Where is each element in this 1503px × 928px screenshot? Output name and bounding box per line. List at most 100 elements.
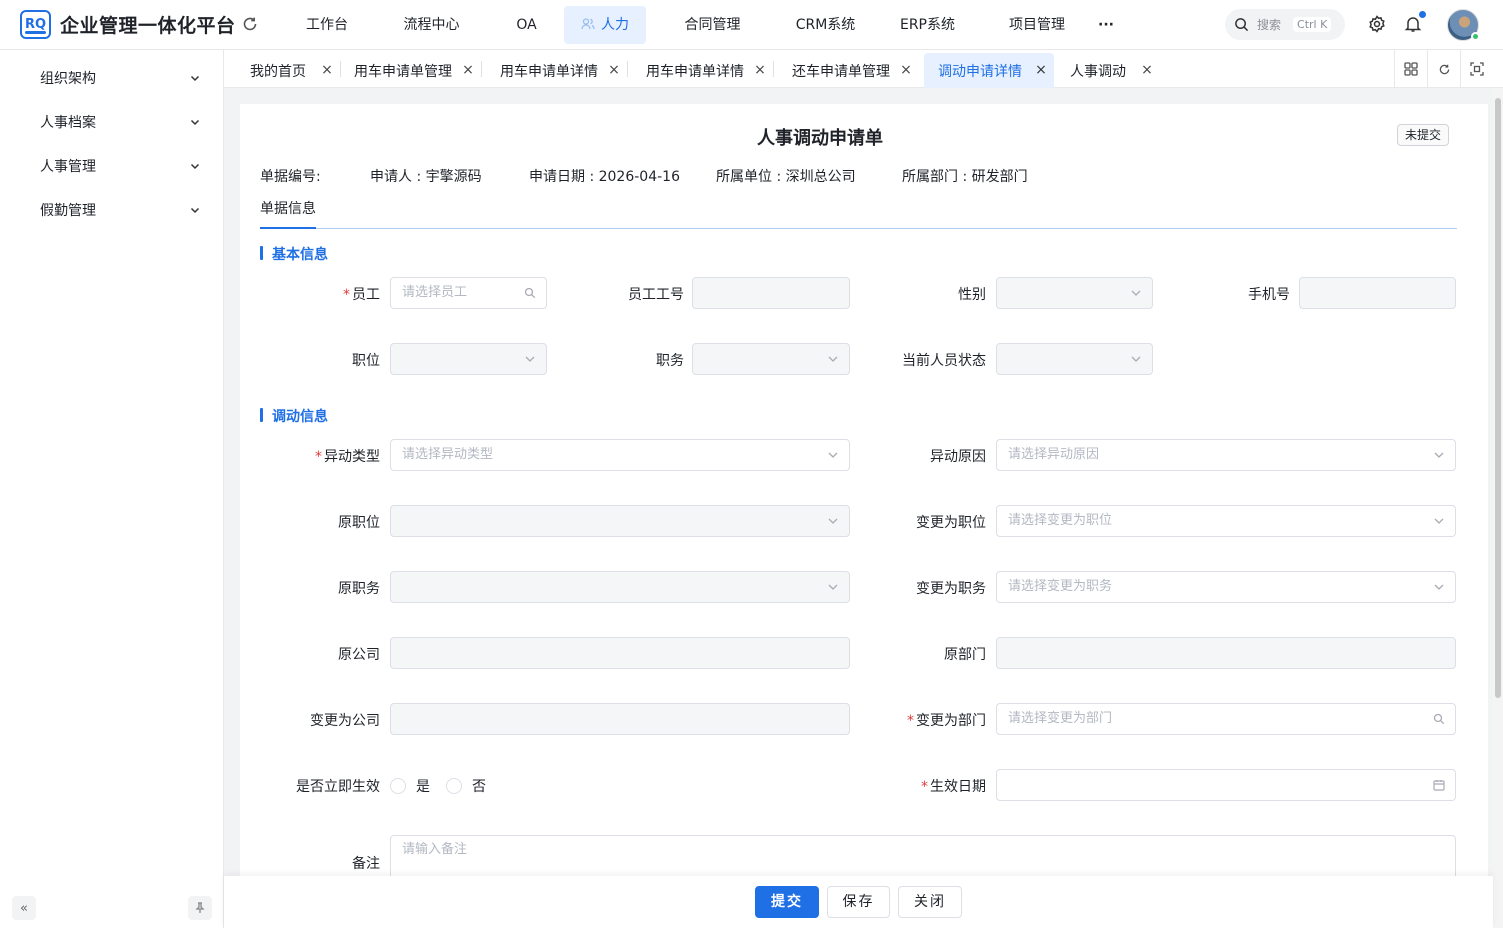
employee-placeholder: 请选择员工 [402,285,468,300]
refresh-icon[interactable] [240,14,260,34]
meta-unit: 所属单位 : 深圳总公司 [716,169,856,185]
close-icon[interactable]: × [607,63,621,77]
tab-label: 用车申请单管理 [354,63,452,80]
sidebar-item-label: 人事管理 [40,159,96,175]
effective-date-picker[interactable] [996,769,1456,801]
close-icon[interactable]: × [320,63,334,77]
gender-select [996,277,1153,309]
nav-item-oa[interactable]: OA [489,6,564,44]
change-type-select[interactable]: 请选择异动类型 [390,439,850,471]
tab-hr-transfer[interactable]: 人事调动 × [1056,53,1160,88]
tab-label: 用车申请单详情 [500,63,598,80]
tab-label: 我的首页 [250,63,306,80]
fullscreen-icon[interactable] [1460,50,1493,88]
orig-company-label: 原公司 [338,647,380,663]
tab-car-request-detail-2[interactable]: 用车申请单详情 × [632,53,773,88]
close-icon[interactable]: × [461,63,475,77]
tab-divider [481,61,482,77]
orig-position-select [390,505,850,537]
tab-car-request-mgmt[interactable]: 用车申请单管理 × [340,53,481,88]
radio-yes-label[interactable]: 是 [416,776,430,796]
close-icon[interactable]: × [1140,63,1154,77]
meta-apply-date: 申请日期 : 2026-04-16 [529,169,680,185]
users-icon [581,18,595,30]
immediate-label: 是否立即生效 [296,779,380,795]
radio-no-label[interactable]: 否 [472,776,486,796]
gear-icon[interactable] [1368,15,1386,33]
phone-field [1299,277,1456,309]
change-type-label-text: 异动类型 [324,449,380,465]
pin-icon[interactable] [188,896,212,920]
page-scrollbar[interactable] [1493,88,1503,928]
employee-select[interactable]: 请选择员工 [390,277,547,309]
tab-divider [773,61,774,77]
nav-item-process[interactable]: 流程中心 [374,6,489,44]
effective-date-label: * 生效日期 [921,779,986,795]
search-shortcut: Ctrl K [1293,17,1332,32]
nav-item-workbench[interactable]: 工作台 [280,6,374,44]
search-icon [524,287,536,299]
chevron-down-icon [828,356,838,362]
nav-item-hr[interactable]: 人力 [564,6,646,44]
refresh-tab-icon[interactable] [1427,50,1460,88]
tab-divider [627,61,628,77]
new-company-field [390,703,850,735]
new-position-select[interactable]: 请选择变更为职位 [996,505,1456,537]
close-icon[interactable]: × [753,63,767,77]
tab-home[interactable]: 我的首页 × [236,53,340,88]
sidebar-item-org[interactable]: 组织架构 [0,56,223,100]
tab-label: 人事调动 [1070,63,1126,80]
chevron-down-icon [1131,356,1141,362]
sidebar-item-label: 组织架构 [40,71,96,87]
duty-select [692,343,850,375]
sidebar: 组织架构 人事档案 人事管理 假勤管理 « [0,50,224,928]
tab-car-return-mgmt[interactable]: 还车申请单管理 × [778,53,919,88]
gender-label: 性别 [958,287,986,303]
change-reason-select[interactable]: 请选择异动原因 [996,439,1456,471]
radio-no[interactable] [446,778,462,794]
meta-doc-no: 单据编号: [260,169,321,185]
position-label: 职位 [352,353,380,369]
chevron-down-icon [190,119,200,126]
new-duty-label: 变更为职务 [916,581,986,597]
save-button[interactable]: 保存 [827,886,890,918]
sidebar-item-label: 人事档案 [40,115,96,131]
submit-button[interactable]: 提交 [755,886,819,918]
online-status-dot [1471,32,1480,41]
position-select [390,343,547,375]
tab-car-request-detail[interactable]: 用车申请单详情 × [486,53,627,88]
bell-icon[interactable] [1404,15,1422,33]
chevron-down-icon [1434,584,1444,590]
close-icon[interactable]: × [899,63,913,77]
radio-yes[interactable] [390,778,406,794]
app-title: 企业管理一体化平台 [60,15,236,37]
nav-item-contract[interactable]: 合同管理 [646,6,779,44]
close-icon[interactable]: × [1034,63,1048,77]
remark-placeholder: 请输入备注 [402,842,468,857]
nav-item-project[interactable]: 项目管理 [983,6,1091,44]
new-dept-select[interactable]: 请选择变更为部门 [996,703,1456,735]
effective-date-label-text: 生效日期 [930,779,986,795]
new-duty-select[interactable]: 请选择变更为职务 [996,571,1456,603]
search-icon [1235,18,1249,32]
scrollbar-thumb[interactable] [1495,98,1501,698]
sidebar-item-archives[interactable]: 人事档案 [0,100,223,144]
new-dept-placeholder: 请选择变更为部门 [1008,711,1113,726]
new-dept-label: * 变更为部门 [907,713,986,729]
chevron-down-icon [190,75,200,82]
collapse-sidebar-icon[interactable]: « [12,896,36,920]
grid-icon[interactable] [1394,50,1427,88]
orig-position-label: 原职位 [338,515,380,531]
nav-item-erp[interactable]: ERP系统 [872,6,983,44]
global-search[interactable]: 搜索 Ctrl K [1225,9,1345,40]
nav-item-crm[interactable]: CRM系统 [779,6,872,44]
close-button[interactable]: 关闭 [898,886,962,918]
nav-item-hr-label: 人力 [601,17,629,33]
meta-applicant: 申请人 : 宇擎源码 [370,169,482,185]
more-icon[interactable]: ··· [1091,6,1121,44]
orig-dept-label: 原部门 [944,647,986,663]
tab-transfer-detail[interactable]: 调动申请详情 × [924,53,1054,88]
tab-document-info[interactable]: 单据信息 [260,198,316,218]
sidebar-item-hr-mgmt[interactable]: 人事管理 [0,144,223,188]
sidebar-item-leave[interactable]: 假勤管理 [0,188,223,232]
